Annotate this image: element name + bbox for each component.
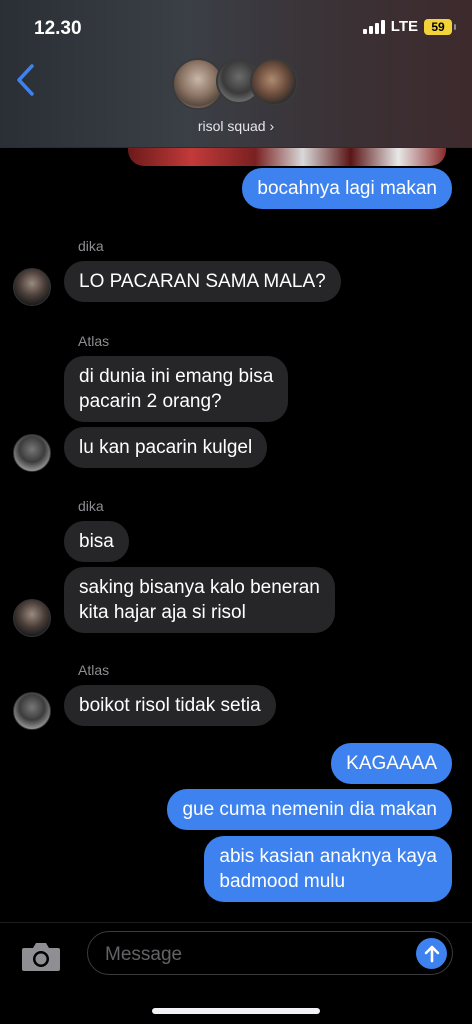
signal-icon <box>362 19 385 34</box>
incoming-message[interactable]: di dunia ini emang bisa pacarin 2 orang? <box>64 356 289 422</box>
outgoing-message[interactable]: bocahnya lagi makan <box>242 168 452 209</box>
status-indicators: LTE 59 <box>362 18 456 35</box>
avatar <box>250 58 298 106</box>
avatar[interactable] <box>13 692 51 730</box>
outgoing-message[interactable]: gue cuma nemenin dia makan <box>167 789 452 830</box>
avatar[interactable] <box>13 268 51 306</box>
outgoing-message[interactable]: abis kasian anaknya kaya badmood mulu <box>204 836 452 902</box>
home-indicator <box>152 1008 320 1014</box>
incoming-message[interactable]: boikot risol tidak setia <box>64 685 276 726</box>
group-avatars[interactable] <box>172 58 302 114</box>
message-input[interactable]: Message <box>87 931 453 975</box>
incoming-message[interactable]: saking bisanya kalo beneran kita hajar a… <box>64 567 335 633</box>
arrow-up-icon <box>424 945 439 962</box>
sender-name: Atlas <box>78 662 110 678</box>
status-time: 12.30 <box>34 18 82 39</box>
conversation-header: 12.30 LTE 59 risol squad › <box>0 0 472 148</box>
avatar[interactable] <box>13 599 51 637</box>
sender-name: dika <box>78 498 104 514</box>
sender-name: dika <box>78 238 104 254</box>
incoming-message[interactable]: lu kan pacarin kulgel <box>64 427 268 468</box>
back-chevron-icon[interactable] <box>14 62 38 98</box>
avatar[interactable] <box>13 434 51 472</box>
sender-name: Atlas <box>78 333 110 349</box>
network-label: LTE <box>390 18 418 35</box>
send-button[interactable] <box>416 938 447 969</box>
message-placeholder: Message <box>105 944 183 965</box>
incoming-message[interactable]: LO PACARAN SAMA MALA? <box>64 261 341 302</box>
outgoing-message[interactable]: KAGAAAA <box>331 743 452 784</box>
camera-icon[interactable] <box>20 939 62 973</box>
group-name[interactable]: risol squad › <box>0 118 472 134</box>
incoming-message[interactable]: bisa <box>64 521 129 562</box>
battery-icon: 59 <box>424 18 456 35</box>
